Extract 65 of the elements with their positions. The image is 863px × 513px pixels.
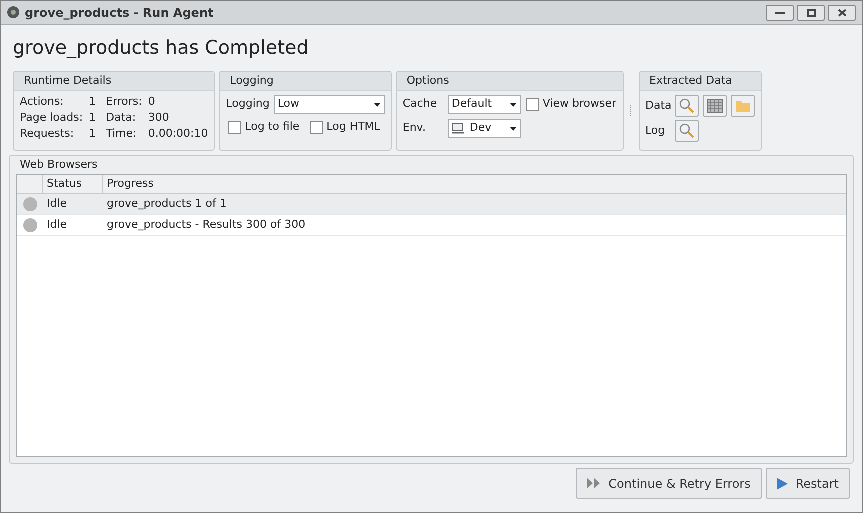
checkbox[interactable] (526, 98, 539, 111)
group-title: Runtime Details (24, 72, 112, 89)
table-cell-text: Idle (46, 216, 68, 233)
field-label: Data (646, 98, 670, 114)
folder-icon (734, 99, 750, 113)
close-icon (838, 8, 846, 16)
panel-title: Web Browsers (20, 156, 98, 173)
column-header[interactable]: Status (43, 175, 103, 193)
stat-label: Page loads: (20, 111, 84, 125)
continue-button[interactable]: Continue & Retry Errors (576, 468, 762, 499)
cache-dropdown[interactable]: Default (448, 95, 521, 114)
table-cell-text: grove_products 1 of 1 (106, 196, 228, 212)
stat-label: Time: (106, 127, 138, 141)
stat-value: 1 (89, 95, 98, 109)
checkbox-label: View browser (542, 96, 616, 112)
stat-value: 0.00:00:10 (148, 127, 208, 141)
stat-value: 0 (148, 95, 156, 109)
maximize-icon (806, 8, 816, 16)
column-header[interactable]: Progress (103, 175, 846, 193)
checkbox-label: Log HTML (326, 119, 380, 135)
search-button[interactable] (674, 120, 698, 142)
field-label: Log (646, 122, 666, 139)
checkbox-label: Log to file (245, 119, 300, 135)
fast-forward-icon (586, 478, 601, 489)
stat-value: 1 (89, 127, 98, 141)
caret-icon (374, 102, 381, 106)
folder-button[interactable] (730, 95, 754, 117)
app-icon (7, 6, 20, 19)
table-row[interactable]: Idle grove_products 1 of 1 (17, 194, 846, 215)
caret-icon (510, 126, 517, 130)
stat-label: Data: (106, 111, 138, 125)
window-title: grove_products - Run Agent (25, 4, 215, 22)
status-dot-icon (22, 218, 38, 232)
play-icon (776, 478, 788, 490)
restart-button[interactable]: Restart (766, 468, 850, 499)
checkbox[interactable] (310, 120, 323, 134)
heading: grove_products has Completed (13, 36, 309, 61)
close-button[interactable] (828, 4, 856, 20)
minimize-icon (775, 11, 785, 14)
field-label: Logging (226, 96, 270, 112)
table-cell-text: grove_products - Results 300 of 300 (106, 216, 307, 233)
table-cell-text: Idle (46, 196, 68, 212)
group-title: Logging (230, 72, 274, 89)
env-dropdown[interactable]: Dev (448, 119, 521, 138)
minimize-button[interactable] (766, 4, 794, 20)
field-label: Cache (402, 96, 438, 112)
grid-button[interactable] (702, 95, 726, 117)
computer-icon (452, 123, 464, 134)
logging-dropdown[interactable]: Low (274, 95, 385, 114)
magnifier-icon (678, 98, 694, 114)
caret-icon (510, 102, 517, 106)
stat-label: Actions: (20, 95, 65, 109)
grid-icon (706, 99, 722, 113)
maximize-button[interactable] (797, 4, 825, 20)
stat-label: Requests: (20, 127, 76, 141)
magnifier-icon (678, 123, 694, 139)
search-button[interactable] (674, 95, 698, 117)
stat-value: 300 (148, 111, 170, 125)
checkbox[interactable] (228, 120, 242, 134)
stat-value: 1 (89, 111, 98, 125)
group-title: Extracted Data (650, 72, 732, 89)
status-dot-icon (22, 196, 38, 212)
field-label: Env. (402, 120, 427, 136)
stat-label: Errors: (106, 95, 142, 109)
group-title: Options (406, 72, 450, 89)
